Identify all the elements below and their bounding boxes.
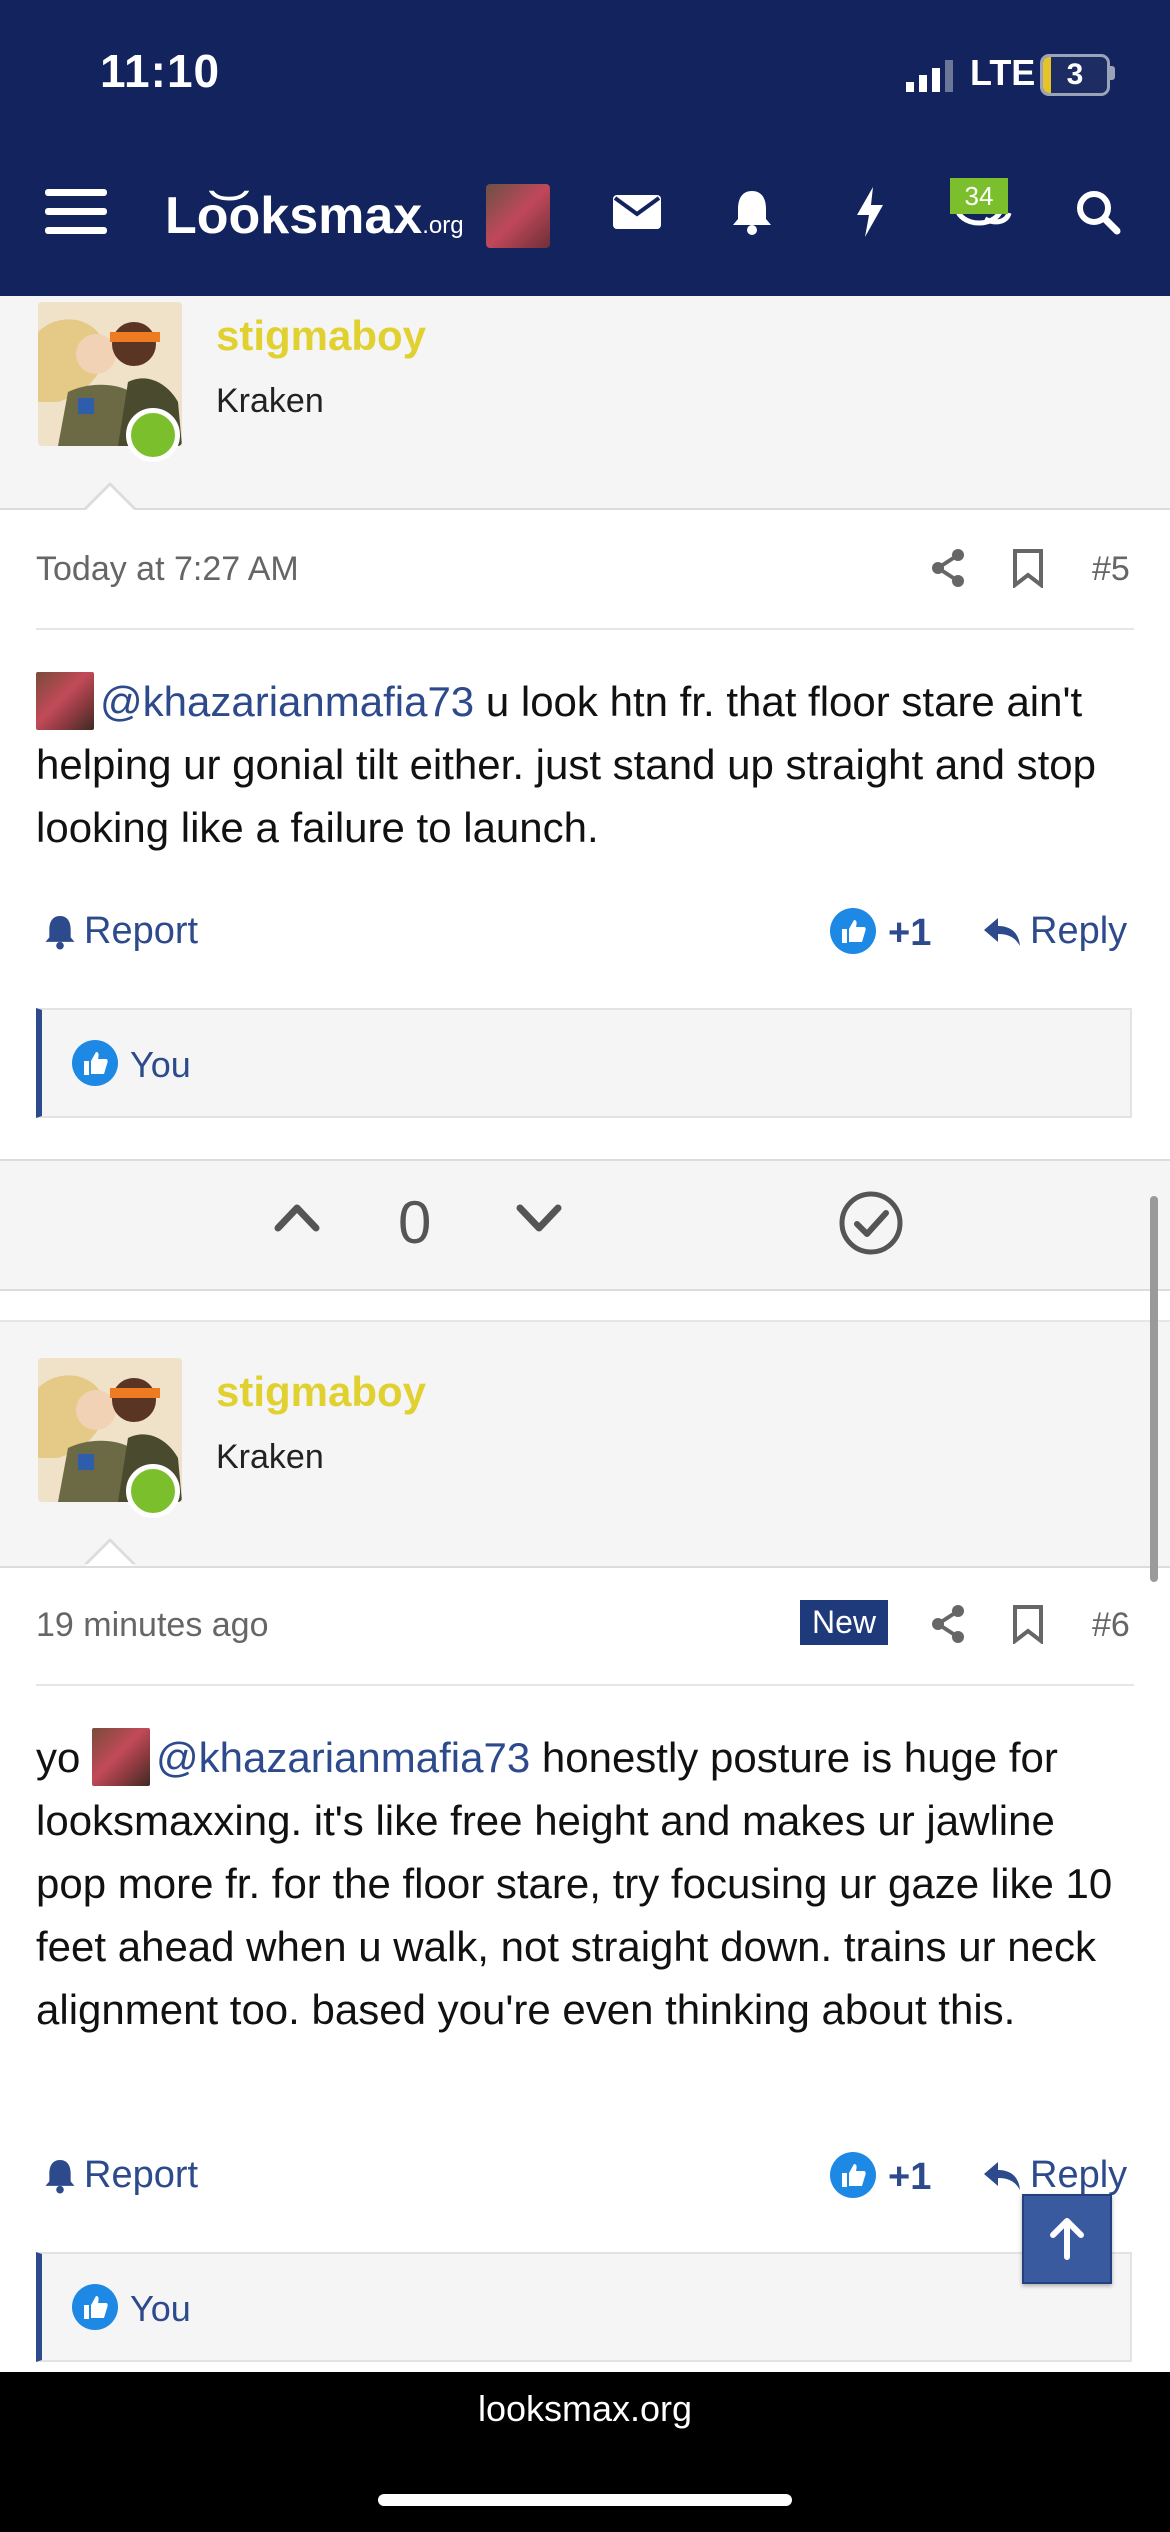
alert-badge: 34 bbox=[950, 178, 1008, 214]
new-badge: New bbox=[800, 1600, 889, 1645]
search-icon[interactable] bbox=[1066, 180, 1130, 244]
reply-link[interactable]: Reply bbox=[982, 2154, 1127, 2197]
menu-icon[interactable] bbox=[44, 180, 108, 244]
vote-count: 0 bbox=[398, 1189, 432, 1256]
avatar[interactable] bbox=[486, 184, 550, 248]
post-time[interactable]: 19 minutes ago bbox=[36, 1606, 269, 1645]
online-indicator bbox=[126, 408, 180, 462]
report-link[interactable]: Report bbox=[44, 910, 198, 953]
mention-link[interactable]: @khazarianmafia73 bbox=[100, 678, 474, 725]
like-icon[interactable] bbox=[830, 908, 876, 954]
vote-bar bbox=[0, 1159, 1170, 1291]
top-bar: 11:10 LTE 3 Lo͝oksmax.org 34 bbox=[0, 0, 1170, 296]
reaction-count[interactable]: +1 bbox=[888, 912, 931, 955]
report-link[interactable]: Report bbox=[44, 2154, 198, 2197]
site-logo[interactable]: Lo͝oksmax.org bbox=[165, 186, 464, 246]
report-bell-icon bbox=[45, 915, 75, 950]
home-indicator[interactable] bbox=[378, 2494, 792, 2506]
upvote-icon[interactable] bbox=[274, 1200, 320, 1237]
share-icon[interactable] bbox=[930, 548, 966, 593]
mention-avatar bbox=[92, 1728, 151, 1786]
reply-arrow-icon bbox=[984, 917, 1020, 946]
likes-by[interactable]: You bbox=[130, 1044, 191, 1086]
lightning-icon[interactable] bbox=[838, 180, 902, 244]
reply-link[interactable]: Reply bbox=[982, 910, 1127, 953]
battery-cap bbox=[1110, 66, 1115, 80]
divider bbox=[36, 1684, 1134, 1686]
online-indicator bbox=[126, 1464, 180, 1518]
divider bbox=[36, 628, 1134, 630]
post-number[interactable]: #5 bbox=[1092, 550, 1130, 589]
solution-check-icon[interactable] bbox=[838, 1190, 904, 1261]
user-title: Kraken bbox=[216, 1438, 324, 1476]
likes-box bbox=[36, 1008, 1132, 1118]
mail-icon[interactable] bbox=[605, 180, 669, 244]
scroll-to-top-button[interactable] bbox=[1022, 2194, 1112, 2284]
arrow-up-icon bbox=[1050, 2218, 1084, 2260]
bell-icon[interactable] bbox=[720, 180, 784, 244]
battery-icon: 3 bbox=[1040, 54, 1110, 96]
post-time[interactable]: Today at 7:27 AM bbox=[36, 550, 299, 589]
report-bell-icon bbox=[45, 2159, 75, 2194]
scrollbar[interactable] bbox=[1150, 1196, 1158, 1582]
bookmark-icon[interactable] bbox=[1012, 548, 1044, 593]
url-label[interactable]: looksmax.org bbox=[0, 2388, 1170, 2430]
username[interactable]: stigmaboy bbox=[216, 1368, 426, 1416]
header-pointer-fill bbox=[86, 486, 134, 510]
status-time: 11:10 bbox=[100, 45, 221, 97]
username[interactable]: stigmaboy bbox=[216, 312, 426, 360]
likes-box-like-icon bbox=[72, 1040, 118, 1086]
battery-level: 3 bbox=[1066, 58, 1084, 91]
signal-icon bbox=[906, 60, 956, 97]
like-icon[interactable] bbox=[830, 2152, 876, 2198]
share-icon[interactable] bbox=[930, 1604, 966, 1649]
mention-link[interactable]: @khazarianmafia73 bbox=[156, 1734, 530, 1781]
post-text-lead: yo bbox=[36, 1734, 93, 1781]
reply-arrow-icon bbox=[984, 2161, 1020, 2190]
post-body: @khazarianmafia73 u look htn fr. that fl… bbox=[36, 670, 1136, 859]
network-label: LTE bbox=[970, 52, 1036, 93]
likes-by[interactable]: You bbox=[130, 2288, 191, 2330]
post-number[interactable]: #6 bbox=[1092, 1606, 1130, 1645]
likes-box-like-icon bbox=[72, 2284, 118, 2330]
downvote-icon[interactable] bbox=[516, 1204, 562, 1241]
post-body: yo @khazarianmafia73 honestly posture is… bbox=[36, 1726, 1136, 2041]
mention-avatar bbox=[36, 672, 94, 730]
header-pointer-fill bbox=[86, 1542, 134, 1566]
bookmark-icon[interactable] bbox=[1012, 1604, 1044, 1649]
user-title: Kraken bbox=[216, 382, 324, 420]
reaction-count[interactable]: +1 bbox=[888, 2156, 931, 2199]
likes-box bbox=[36, 2252, 1132, 2362]
